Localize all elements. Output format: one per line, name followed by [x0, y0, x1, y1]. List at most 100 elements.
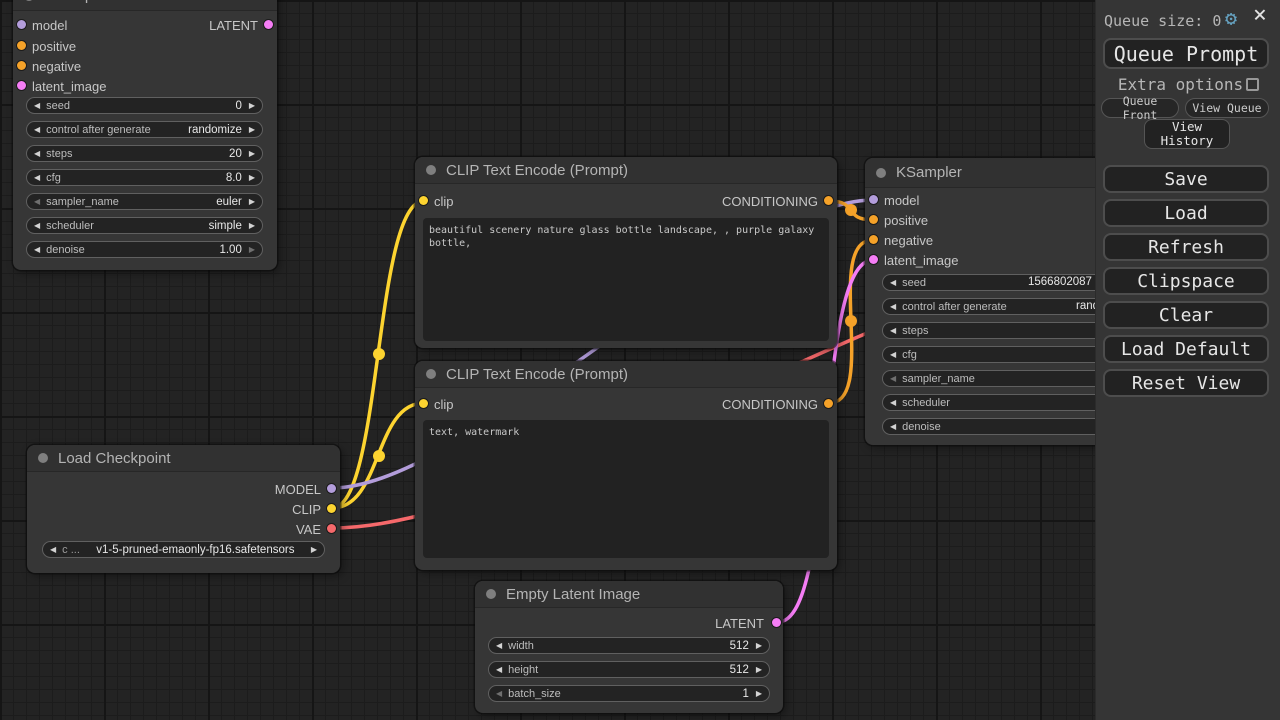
arrow-left-icon[interactable]: ◀ [890, 399, 896, 407]
arrow-right-icon[interactable]: ▶ [249, 174, 255, 182]
widget-seed[interactable]: ◀ seed 0 ▶ [26, 97, 263, 114]
output-dot-latent[interactable] [264, 20, 273, 29]
widget-ckpt-name[interactable]: ◀ c ... v1-5-pruned-emaonly-fp16.safeten… [42, 541, 325, 558]
node-title: CLIP Text Encode (Prompt) [446, 162, 628, 179]
node-title-bar[interactable]: Load Checkpoint [27, 445, 340, 472]
arrow-left-icon[interactable]: ◀ [50, 546, 56, 554]
arrow-left-icon[interactable]: ◀ [496, 642, 502, 650]
widget-value: v1-5-pruned-emaonly-fp16.safetensors [92, 544, 298, 556]
arrow-left-icon[interactable]: ◀ [496, 666, 502, 674]
widget-value: randomize [188, 124, 249, 136]
arrow-right-icon[interactable]: ▶ [756, 666, 762, 674]
clipspace-button[interactable]: Clipspace [1103, 267, 1269, 295]
refresh-button[interactable]: Refresh [1103, 233, 1269, 261]
save-button[interactable]: Save [1103, 165, 1269, 193]
load-default-button[interactable]: Load Default [1103, 335, 1269, 363]
view-queue-button[interactable]: View Queue [1185, 98, 1269, 118]
input-dot-positive[interactable] [869, 215, 878, 224]
node-title-bar[interactable]: CLIP Text Encode (Prompt) [415, 157, 837, 184]
node-title-bar[interactable]: CLIP Text Encode (Prompt) [415, 361, 837, 388]
arrow-right-icon[interactable]: ▶ [249, 246, 255, 254]
output-dot-vae[interactable] [327, 524, 336, 533]
widget-label: sampler_name [46, 196, 119, 208]
widget-label: steps [902, 325, 928, 337]
output-dot-conditioning[interactable] [824, 196, 833, 205]
input-label: clip [434, 194, 454, 209]
arrow-left-icon[interactable]: ◀ [890, 351, 896, 359]
arrow-left-icon[interactable]: ◀ [34, 102, 40, 110]
input-dot-negative[interactable] [17, 61, 26, 70]
input-dot-clip[interactable] [419, 196, 428, 205]
input-dot-latent-image[interactable] [869, 255, 878, 264]
load-button[interactable]: Load [1103, 199, 1269, 227]
arrow-right-icon[interactable]: ▶ [756, 690, 762, 698]
input-dot-clip[interactable] [419, 399, 428, 408]
output-dot-conditioning[interactable] [824, 399, 833, 408]
collapse-dot[interactable] [876, 168, 886, 178]
widget-scheduler[interactable]: ◀ scheduler simple ▶ [26, 217, 263, 234]
queue-front-button[interactable]: Queue Front [1101, 98, 1179, 118]
arrow-left-icon[interactable]: ◀ [890, 375, 896, 383]
widget-cfg[interactable]: ◀ cfg 8.0 ▶ [26, 169, 263, 186]
queue-prompt-button[interactable]: Queue Prompt [1103, 38, 1269, 69]
gear-icon[interactable]: ⚙ [1225, 8, 1237, 28]
arrow-right-icon[interactable]: ▶ [249, 102, 255, 110]
arrow-left-icon[interactable]: ◀ [34, 222, 40, 230]
arrow-left-icon[interactable]: ◀ [890, 303, 896, 311]
arrow-left-icon[interactable]: ◀ [890, 327, 896, 335]
widget-width[interactable]: ◀ width 512 ▶ [488, 637, 770, 654]
arrow-right-icon[interactable]: ▶ [249, 222, 255, 230]
close-icon[interactable]: × [1253, 4, 1267, 27]
node-ksampler-left[interactable]: KSampler model LATENT positive negative … [13, 0, 277, 270]
node-empty-latent-image[interactable]: Empty Latent Image LATENT ◀ width 512 ▶ … [475, 581, 783, 713]
node-title-bar[interactable]: Empty Latent Image [475, 581, 783, 608]
node-clip-text-encode-bottom[interactable]: CLIP Text Encode (Prompt) clip CONDITION… [415, 361, 837, 570]
prompt-textarea[interactable]: beautiful scenery nature glass bottle la… [423, 218, 829, 341]
arrow-right-icon[interactable]: ▶ [249, 150, 255, 158]
arrow-left-icon[interactable]: ◀ [34, 126, 40, 134]
widget-control-after-generate[interactable]: ◀ control after generate randomize ▶ [26, 121, 263, 138]
input-dot-model[interactable] [17, 20, 26, 29]
input-dot-latent-image[interactable] [17, 81, 26, 90]
input-label: clip [434, 397, 454, 412]
arrow-left-icon[interactable]: ◀ [34, 150, 40, 158]
output-dot-clip[interactable] [327, 504, 336, 513]
collapse-dot[interactable] [38, 453, 48, 463]
view-history-button[interactable]: View History [1144, 119, 1230, 149]
clear-button[interactable]: Clear [1103, 301, 1269, 329]
input-dot-model[interactable] [869, 195, 878, 204]
arrow-left-icon[interactable]: ◀ [496, 690, 502, 698]
arrow-right-icon[interactable]: ▶ [249, 126, 255, 134]
arrow-left-icon[interactable]: ◀ [34, 246, 40, 254]
output-dot-model[interactable] [327, 484, 336, 493]
arrow-right-icon[interactable]: ▶ [311, 546, 317, 554]
collapse-dot[interactable] [426, 369, 436, 379]
input-dot-negative[interactable] [869, 235, 878, 244]
widget-height[interactable]: ◀ height 512 ▶ [488, 661, 770, 678]
arrow-left-icon[interactable]: ◀ [890, 279, 896, 287]
collapse-dot[interactable] [426, 165, 436, 175]
widget-label: steps [46, 148, 72, 160]
node-load-checkpoint[interactable]: Load Checkpoint MODEL CLIP VAE ◀ c ... v… [27, 445, 340, 573]
widget-steps[interactable]: ◀ steps 20 ▶ [26, 145, 263, 162]
extra-options-checkbox[interactable] [1246, 78, 1259, 91]
arrow-left-icon[interactable]: ◀ [890, 423, 896, 431]
arrow-right-icon[interactable]: ▶ [756, 642, 762, 650]
node-title-bar[interactable]: KSampler [13, 0, 277, 11]
arrow-left-icon[interactable]: ◀ [34, 198, 40, 206]
widget-sampler-name[interactable]: ◀ sampler_name euler ▶ [26, 193, 263, 210]
extra-options-label: Extra options [1118, 75, 1243, 94]
node-title: Load Checkpoint [58, 450, 171, 467]
input-dot-positive[interactable] [17, 41, 26, 50]
reset-view-button[interactable]: Reset View [1103, 369, 1269, 397]
prompt-textarea[interactable]: text, watermark [423, 420, 829, 558]
output-dot-latent[interactable] [772, 618, 781, 627]
collapse-dot[interactable] [486, 589, 496, 599]
widget-batch-size[interactable]: ◀ batch_size 1 ▶ [488, 685, 770, 702]
collapse-dot[interactable] [24, 0, 34, 1]
node-clip-text-encode-top[interactable]: CLIP Text Encode (Prompt) clip CONDITION… [415, 157, 837, 348]
arrow-left-icon[interactable]: ◀ [34, 174, 40, 182]
widget-label: batch_size [508, 688, 561, 700]
widget-denoise[interactable]: ◀ denoise 1.00 ▶ [26, 241, 263, 258]
arrow-right-icon[interactable]: ▶ [249, 198, 255, 206]
